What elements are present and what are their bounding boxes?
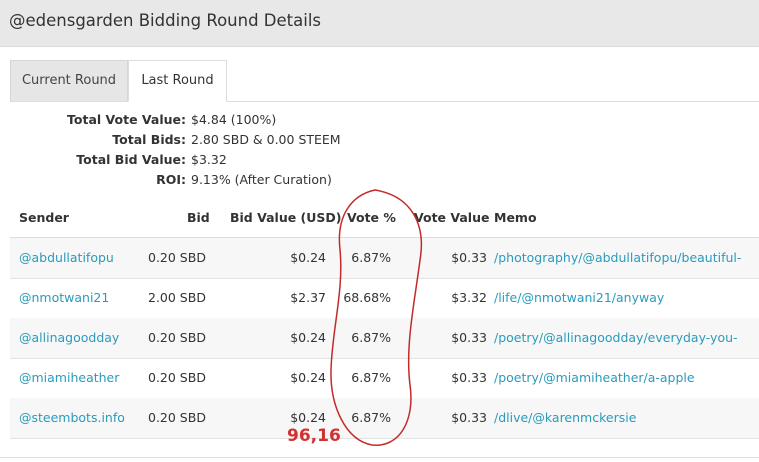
vote-value-cell: $3.32 (451, 290, 487, 305)
table-row: @allinagoodday 0.20 SBD $0.24 6.87% $0.3… (10, 318, 759, 359)
vote-pct-cell: 6.87% (351, 410, 391, 425)
tab-current-round[interactable]: Current Round (10, 60, 128, 101)
summary-row: Total Bids: 2.80 SBD & 0.00 STEEM (0, 132, 400, 152)
table-row: @nmotwani21 2.00 SBD $2.37 68.68% $3.32 … (10, 278, 759, 319)
table-row: @miamiheather 0.20 SBD $0.24 6.87% $0.33… (10, 358, 759, 399)
vote-value-cell: $0.33 (451, 250, 487, 265)
bid-cell: 0.20 SBD (148, 410, 206, 425)
memo-link[interactable]: /dlive/@karenmckersie (494, 410, 636, 425)
memo-link[interactable]: /poetry/@miamiheather/a-apple (494, 370, 695, 385)
vote-pct-cell: 6.87% (351, 330, 391, 345)
total-vote-value: $4.84 (100%) (191, 112, 277, 127)
sender-link[interactable]: @steembots.info (19, 410, 125, 425)
vote-pct-cell: 6.87% (351, 250, 391, 265)
total-bids-label: Total Bids: (112, 132, 186, 147)
col-vote-value-header[interactable]: Vote Value (414, 210, 489, 225)
summary-row: Total Vote Value: $4.84 (100%) (0, 112, 400, 132)
col-vote-pct-header[interactable]: Vote % (347, 210, 396, 225)
page-title: @edensgarden Bidding Round Details (9, 11, 322, 30)
total-vote-value-label: Total Vote Value: (67, 112, 186, 127)
vote-pct-cell: 6.87% (351, 370, 391, 385)
bid-value-cell: $0.24 (290, 370, 326, 385)
bid-cell: 0.20 SBD (148, 370, 206, 385)
total-bid-value-label: Total Bid Value: (76, 152, 186, 167)
summary-row: Total Bid Value: $3.32 (0, 152, 400, 172)
vote-pct-cell: 68.68% (343, 290, 391, 305)
bid-value-cell: $0.24 (290, 410, 326, 425)
page-header: @edensgarden Bidding Round Details (0, 0, 759, 47)
sender-link[interactable]: @miamiheather (19, 370, 119, 385)
col-sender-header[interactable]: Sender (19, 210, 69, 225)
bid-cell: 0.20 SBD (148, 250, 206, 265)
memo-link[interactable]: /photography/@abdullatifopu/beautiful- (494, 250, 741, 265)
memo-link[interactable]: /life/@nmotwani21/anyway (494, 290, 664, 305)
round-tabs: Current Round Last Round (10, 60, 759, 102)
memo-link[interactable]: /poetry/@allinagoodday/everyday-you- (494, 330, 738, 345)
bid-value-cell: $0.24 (290, 250, 326, 265)
annotation-text: 96,16 (287, 426, 341, 446)
roi-label: ROI: (156, 172, 186, 187)
bid-value-cell: $2.37 (290, 290, 326, 305)
summary-row: ROI: 9.13% (After Curation) (0, 172, 400, 192)
sender-link[interactable]: @allinagoodday (19, 330, 119, 345)
bottom-divider (0, 457, 759, 458)
sender-link[interactable]: @abdullatifopu (19, 250, 114, 265)
table-header: Sender Bid Bid Value (USD) Vote % Vote V… (10, 200, 759, 239)
bid-value-cell: $0.24 (290, 330, 326, 345)
vote-value-cell: $0.33 (451, 410, 487, 425)
total-bid-value: $3.32 (191, 152, 227, 167)
roi-value: 9.13% (After Curation) (191, 172, 332, 187)
total-bids-value: 2.80 SBD & 0.00 STEEM (191, 132, 341, 147)
vote-value-cell: $0.33 (451, 330, 487, 345)
table-row: @abdullatifopu 0.20 SBD $0.24 6.87% $0.3… (10, 238, 759, 279)
table-row: @steembots.info 0.20 SBD $0.24 6.87% $0.… (10, 398, 759, 439)
vote-value-cell: $0.33 (451, 370, 487, 385)
col-memo-header[interactable]: Memo (494, 210, 537, 225)
col-bid-header[interactable]: Bid (187, 210, 210, 225)
bid-cell: 0.20 SBD (148, 330, 206, 345)
col-bid-value-header[interactable]: Bid Value (USD) (230, 210, 342, 225)
tab-last-round[interactable]: Last Round (128, 60, 227, 102)
bid-cell: 2.00 SBD (148, 290, 206, 305)
sender-link[interactable]: @nmotwani21 (19, 290, 109, 305)
